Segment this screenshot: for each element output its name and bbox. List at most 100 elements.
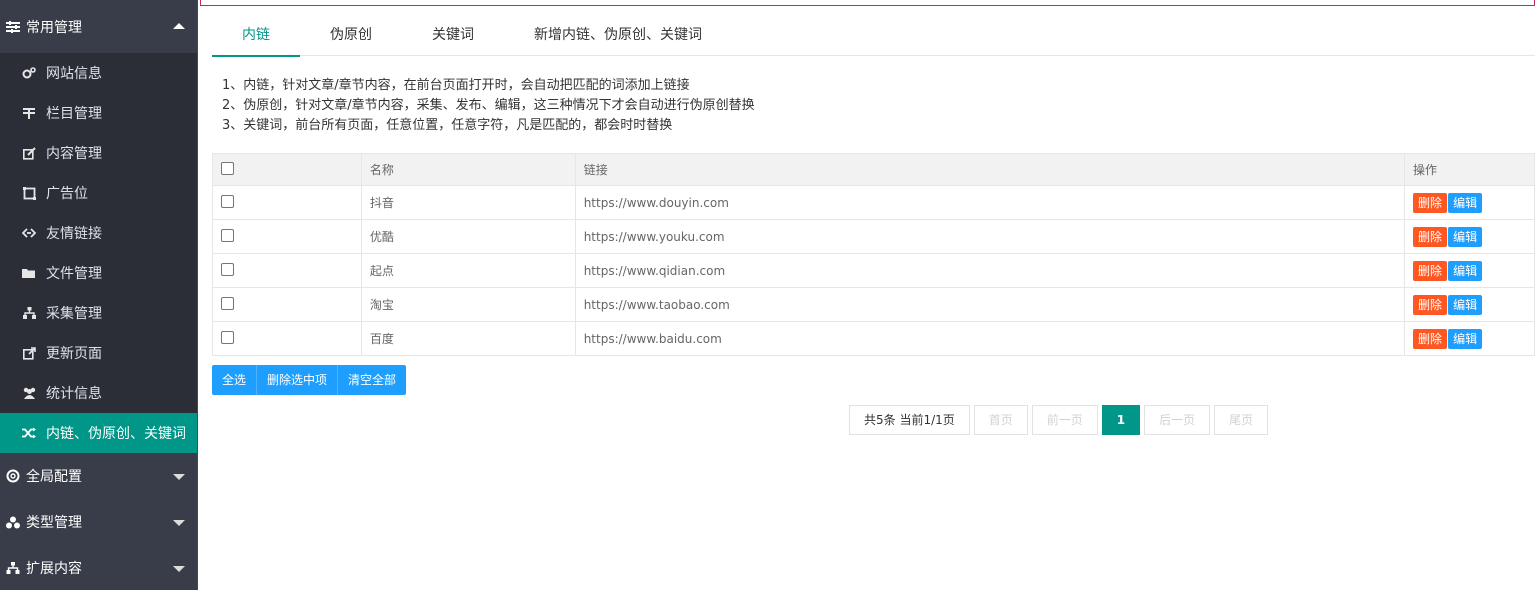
caret-down-icon [173,566,185,572]
folder-icon [20,264,38,282]
row-checkbox-cell [212,185,362,220]
caret-down-icon [173,520,185,526]
row-ops: 删除 编辑 [1404,321,1535,356]
sidebar-item-innerlink[interactable]: 内链、伪原创、关键词 [0,413,197,453]
sliders-icon [4,18,22,36]
nav-group-types[interactable]: 类型管理 [0,499,197,545]
row-checkbox-cell [212,253,362,288]
sidebar-item-label: 广告位 [46,186,88,202]
clear-all-button[interactable]: 清空全部 [338,365,407,395]
row-checkbox-cell [212,287,362,322]
row-ops: 删除 编辑 [1404,185,1535,220]
sidebar-item-links[interactable]: 友情链接 [0,213,197,253]
caret-down-icon [173,474,185,480]
sidebar-item-update-pages[interactable]: 更新页面 [0,333,197,373]
sidebar-item-ads[interactable]: 广告位 [0,173,197,213]
sidebar-item-collect[interactable]: 采集管理 [0,293,197,333]
note-line: 3、关键词，前台所有页面，任意位置，任意字符，凡是匹配的，都会时时替换 [222,118,673,133]
note-line: 1、内链，针对文章/章节内容，在前台页面打开时，会自动把匹配的词添加上链接 [222,78,690,93]
row-name: 淘宝 [360,287,576,322]
delete-button[interactable]: 删除 [1413,260,1448,281]
edit-button[interactable]: 编辑 [1448,192,1483,213]
sidebar-item-label: 更新页面 [46,346,102,362]
nav-group-extend[interactable]: 扩展内容 [0,545,197,590]
row-checkbox[interactable] [221,228,234,242]
select-all-checkbox[interactable] [221,161,234,175]
bulk-actions: 全选 删除选中项 清空全部 [212,365,407,395]
row-name: 百度 [360,321,576,356]
sitemap-icon [20,304,38,322]
sidebar-item-label: 栏目管理 [46,106,102,122]
row-checkbox[interactable] [221,194,234,208]
sidebar-item-files[interactable]: 文件管理 [0,253,197,293]
row-ops: 删除 编辑 [1404,287,1535,322]
delete-button[interactable]: 删除 [1413,192,1448,213]
tab-keywords[interactable]: 关键词 [402,16,504,56]
delete-button[interactable]: 删除 [1413,294,1448,315]
first-page-button[interactable]: 首页 [973,405,1028,435]
sidebar-item-stats[interactable]: 统计信息 [0,373,197,413]
last-page-button[interactable]: 尾页 [1214,405,1269,435]
link-icon [20,224,38,242]
header-link: 链接 [574,153,1406,186]
row-link: https://www.youku.com [574,219,1406,254]
edit-button[interactable]: 编辑 [1448,328,1483,349]
row-checkbox[interactable] [221,296,234,310]
tab-innerlink[interactable]: 内链 [212,16,300,57]
frame-icon [20,184,38,202]
row-ops: 删除 编辑 [1404,253,1535,288]
lifebuoy-icon [4,467,22,485]
table-row: 优酷 https://www.youku.com 删除 编辑 [212,219,1535,254]
select-all-button[interactable]: 全选 [212,365,258,395]
sidebar-item-label: 统计信息 [46,386,102,402]
sidebar-item-columns[interactable]: 栏目管理 [0,93,197,133]
prev-page-button[interactable]: 前一页 [1031,405,1098,435]
pagination: 共5条 当前1/1页 首页 前一页 1 后一页 尾页 [849,405,1272,435]
cubes-icon [4,513,22,531]
edit-button[interactable]: 编辑 [1448,294,1483,315]
row-checkbox[interactable] [221,330,234,344]
nav-group-label: 扩展内容 [26,561,82,577]
current-page[interactable]: 1 [1101,405,1141,435]
row-link: https://www.baidu.com [574,321,1406,356]
sidebar-item-site-info[interactable]: 网站信息 [0,53,197,93]
sidebar-item-content[interactable]: 内容管理 [0,133,197,173]
users-icon [20,384,38,402]
row-name: 抖音 [360,185,576,220]
sidebar-item-label: 网站信息 [46,66,102,82]
row-ops: 删除 编辑 [1404,219,1535,254]
edit-button[interactable]: 编辑 [1448,260,1483,281]
tab-add-new[interactable]: 新增内链、伪原创、关键词 [504,16,732,56]
table-row: 抖音 https://www.douyin.com 删除 编辑 [212,185,1535,220]
row-checkbox-cell [212,219,362,254]
sidebar-item-label: 友情链接 [46,226,102,242]
table-row: 淘宝 https://www.taobao.com 删除 编辑 [212,287,1535,322]
delete-selected-button[interactable]: 删除选中项 [257,365,339,395]
nav-group-global-config[interactable]: 全局配置 [0,453,197,499]
edit-icon [20,144,38,162]
nav-group-common[interactable]: 常用管理 [0,0,197,53]
innerlink-table: 名称 链接 操作 抖音 https://www.douyin.com 删除 编辑 … [212,153,1535,356]
table-header-row: 名称 链接 操作 [212,153,1535,186]
next-page-button[interactable]: 后一页 [1144,405,1211,435]
nav-group-label: 类型管理 [26,515,82,531]
column-icon [20,104,38,122]
row-link: https://www.qidian.com [574,253,1406,288]
row-checkbox-cell [212,321,362,356]
tab-pseudo-original[interactable]: 伪原创 [300,16,402,56]
row-name: 优酷 [360,219,576,254]
delete-button[interactable]: 删除 [1413,328,1448,349]
row-link: https://www.taobao.com [574,287,1406,322]
row-checkbox[interactable] [221,262,234,276]
sidebar-item-label: 内链、伪原创、关键词 [46,426,186,442]
table-row: 起点 https://www.qidian.com 删除 编辑 [212,253,1535,288]
delete-button[interactable]: 删除 [1413,226,1448,247]
help-notes: 1、内链，针对文章/章节内容，在前台页面打开时，会自动把匹配的词添加上链接 2、… [222,76,755,136]
shuffle-icon [20,424,38,442]
sidebar-divider [197,0,198,590]
edit-button[interactable]: 编辑 [1448,226,1483,247]
tab-bar: 内链 伪原创 关键词 新增内链、伪原创、关键词 [212,16,1535,57]
sidebar-item-label: 采集管理 [46,306,102,322]
header-name: 名称 [360,153,576,186]
sitemap-icon [4,559,22,577]
